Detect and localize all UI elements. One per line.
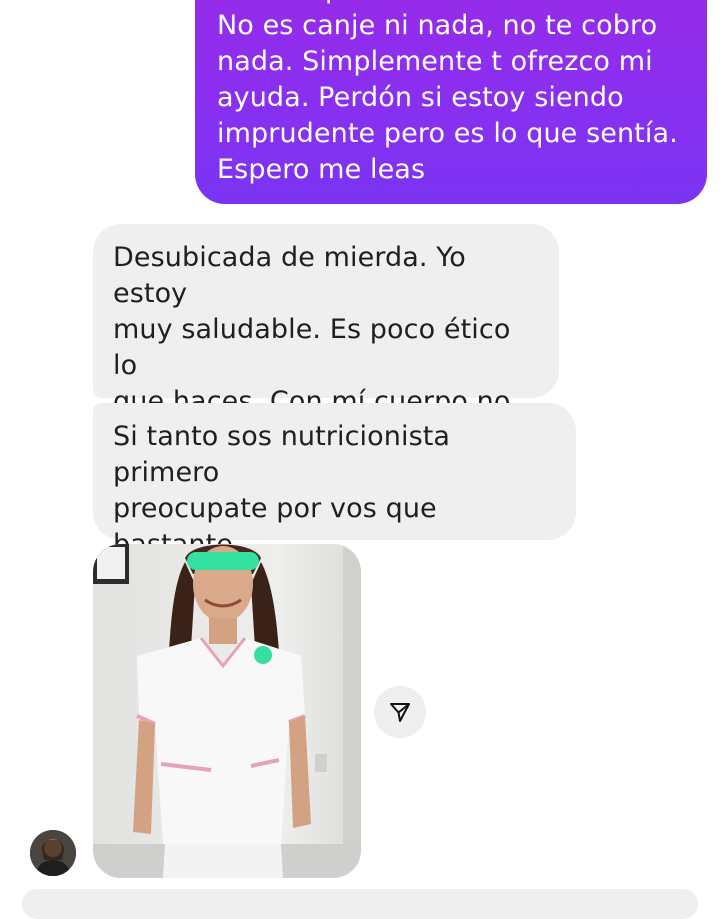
- chat-thread: ofrezco para darme una mano. No es canje…: [0, 0, 720, 919]
- incoming-message-bubble[interactable]: Desubicada de mierda. Yo estoy muy salud…: [93, 224, 559, 489]
- photo-woman-in-scrubs: [93, 544, 361, 878]
- contact-avatar-icon: [30, 830, 76, 876]
- paper-plane-icon: [390, 703, 410, 722]
- avatar[interactable]: [30, 830, 76, 876]
- shared-photo[interactable]: [93, 544, 361, 878]
- outgoing-message-bubble[interactable]: ofrezco para darme una mano. No es canje…: [195, 0, 707, 204]
- share-button[interactable]: [374, 686, 426, 738]
- incoming-message-bubble[interactable]: Si tanto sos nutricionista primero preoc…: [93, 403, 576, 596]
- message-composer[interactable]: [22, 889, 698, 919]
